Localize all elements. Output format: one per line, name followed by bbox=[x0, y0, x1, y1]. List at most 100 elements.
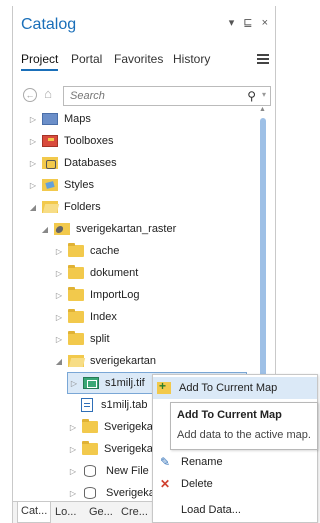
menu-item-label: Rename bbox=[181, 456, 223, 468]
tree-item-databases[interactable]: ▷ Databases bbox=[27, 152, 117, 174]
pane-titlebar: Catalog ▾ ⊑ × bbox=[13, 6, 277, 40]
folder-icon bbox=[82, 419, 98, 433]
folder-icon bbox=[68, 265, 84, 279]
tree-item-sverigekarta-2[interactable]: ▷ Sverigekarta bbox=[67, 438, 166, 460]
tree-item-label: s1milj.tab bbox=[101, 399, 148, 411]
tree-item-dokument[interactable]: ▷ dokument bbox=[53, 262, 138, 284]
tree-item-label: dokument bbox=[90, 267, 139, 279]
collapse-icon[interactable]: ◢ bbox=[27, 203, 39, 212]
tree-item-label: Index bbox=[90, 311, 117, 323]
home-icon[interactable]: ⌂ bbox=[41, 87, 55, 102]
file-icon bbox=[81, 398, 93, 412]
toolboxes-icon bbox=[42, 135, 58, 147]
folder-icon bbox=[68, 355, 84, 367]
folder-connection-icon bbox=[54, 223, 70, 235]
tooltip-title: Add To Current Map bbox=[177, 409, 282, 421]
tree-item-label: ImportLog bbox=[90, 289, 140, 301]
bottom-tab-catalog[interactable]: Cat... bbox=[17, 502, 52, 523]
menu-item-label: Load Data... bbox=[181, 504, 241, 516]
folder-icon bbox=[68, 331, 84, 345]
menu-item-rename[interactable]: ✎ Rename bbox=[153, 451, 317, 473]
tree-item-label: Toolboxes bbox=[64, 135, 114, 147]
menu-item-label: Delete bbox=[181, 478, 213, 490]
pane-window-controls[interactable]: ▾ ⊑ × bbox=[229, 16, 271, 29]
expand-icon[interactable]: ▷ bbox=[67, 445, 79, 454]
menu-item-load-data[interactable]: Load Data... bbox=[153, 499, 317, 521]
tree-item-sverigekartan[interactable]: ◢ sverigekartan bbox=[53, 350, 156, 372]
expand-icon[interactable]: ▷ bbox=[67, 467, 79, 476]
pane-title: Catalog bbox=[21, 16, 77, 33]
tree-item-index[interactable]: ▷ Index bbox=[53, 306, 117, 328]
databases-icon bbox=[42, 157, 58, 169]
tree-item-cache[interactable]: ▷ cache bbox=[53, 240, 119, 262]
back-icon[interactable]: ← bbox=[23, 88, 37, 102]
expand-icon[interactable]: ▷ bbox=[53, 335, 65, 344]
maps-icon bbox=[42, 113, 58, 125]
tab-portal[interactable]: Portal bbox=[71, 52, 102, 66]
tooltip: Add To Current Map Add data to the activ… bbox=[170, 402, 318, 450]
folder-icon bbox=[68, 309, 84, 323]
catalog-tabs: Project Portal Favorites History bbox=[21, 52, 271, 72]
expand-icon[interactable]: ▷ bbox=[67, 423, 79, 432]
search-row: ← ⌂ ⚲ ▾ bbox=[19, 86, 273, 106]
tree-item-folders[interactable]: ◢ Folders bbox=[27, 196, 101, 218]
tree-item-toolboxes[interactable]: ▷ Toolboxes bbox=[27, 130, 114, 152]
tree-item-label: Maps bbox=[64, 113, 91, 125]
tab-history[interactable]: History bbox=[173, 52, 210, 66]
tree-item-label: Folders bbox=[64, 201, 101, 213]
tree-item-label: Databases bbox=[64, 157, 117, 169]
folder-icon bbox=[82, 441, 98, 455]
tree-item-label: s1milj.tif bbox=[105, 377, 145, 389]
expand-icon[interactable]: ▷ bbox=[53, 269, 65, 278]
bottom-tab-geoprocessing[interactable]: Ge... bbox=[89, 506, 113, 518]
tree-item-label: Styles bbox=[64, 179, 94, 191]
collapse-icon[interactable]: ◢ bbox=[53, 357, 65, 366]
expand-icon[interactable]: ▷ bbox=[27, 159, 39, 168]
tree-item-split[interactable]: ▷ split bbox=[53, 328, 110, 350]
tree-item-sverigekartan-raster[interactable]: ◢ sverigekartan_raster bbox=[39, 218, 176, 240]
tab-favorites[interactable]: Favorites bbox=[114, 52, 163, 66]
tree-item-label: sverigekartan_raster bbox=[76, 223, 177, 235]
search-box[interactable]: ⚲ ▾ bbox=[63, 86, 271, 106]
add-data-icon bbox=[157, 379, 171, 394]
tree-item-sverigekarta-1[interactable]: ▷ Sverigekarta bbox=[67, 416, 166, 438]
expand-icon[interactable]: ▷ bbox=[53, 247, 65, 256]
tree-item-styles[interactable]: ▷ Styles bbox=[27, 174, 94, 196]
expand-icon[interactable]: ▷ bbox=[27, 181, 39, 190]
tree-item-importlog[interactable]: ▷ ImportLog bbox=[53, 284, 140, 306]
bottom-tab-create[interactable]: Cre... bbox=[121, 506, 148, 518]
search-icon[interactable]: ⚲ bbox=[247, 89, 256, 103]
geodatabase-icon bbox=[84, 487, 96, 499]
geodatabase-icon bbox=[84, 465, 96, 477]
tree-item-label: cache bbox=[90, 245, 120, 257]
scroll-thumb[interactable] bbox=[260, 118, 266, 378]
scroll-up-icon[interactable]: ▲ bbox=[259, 106, 266, 113]
chevron-down-icon[interactable]: ▾ bbox=[262, 90, 266, 99]
raster-icon bbox=[83, 377, 99, 389]
expand-icon[interactable]: ▷ bbox=[53, 313, 65, 322]
tab-project[interactable]: Project bbox=[21, 52, 59, 71]
pencil-icon: ✎ bbox=[159, 455, 171, 469]
menu-icon[interactable] bbox=[257, 54, 269, 64]
folder-icon bbox=[68, 287, 84, 301]
expand-icon[interactable]: ▷ bbox=[27, 115, 39, 124]
expand-icon[interactable]: ▷ bbox=[53, 291, 65, 300]
expand-icon[interactable]: ▷ bbox=[68, 379, 80, 388]
collapse-icon[interactable]: ◢ bbox=[39, 225, 51, 234]
folder-icon bbox=[42, 201, 58, 213]
tree-item-label: sverigekartan bbox=[90, 355, 157, 367]
tooltip-description: Add data to the active map. bbox=[177, 429, 311, 441]
styles-icon bbox=[42, 179, 58, 191]
tree-item-label: split bbox=[90, 333, 110, 345]
folder-icon bbox=[68, 243, 84, 257]
delete-icon: ✕ bbox=[159, 477, 171, 491]
menu-item-label: Add To Current Map bbox=[179, 382, 278, 394]
search-input[interactable] bbox=[70, 90, 220, 102]
tree-item-maps[interactable]: ▷ Maps bbox=[27, 108, 91, 130]
expand-icon[interactable]: ▷ bbox=[67, 489, 79, 498]
tree-item-s1milj-tab[interactable]: s1milj.tab bbox=[79, 394, 147, 416]
menu-item-add-to-current-map[interactable]: Add To Current Map bbox=[153, 377, 317, 399]
expand-icon[interactable]: ▷ bbox=[27, 137, 39, 146]
bottom-tab-layout[interactable]: Lo... bbox=[55, 506, 76, 518]
menu-item-delete[interactable]: ✕ Delete bbox=[153, 473, 317, 495]
